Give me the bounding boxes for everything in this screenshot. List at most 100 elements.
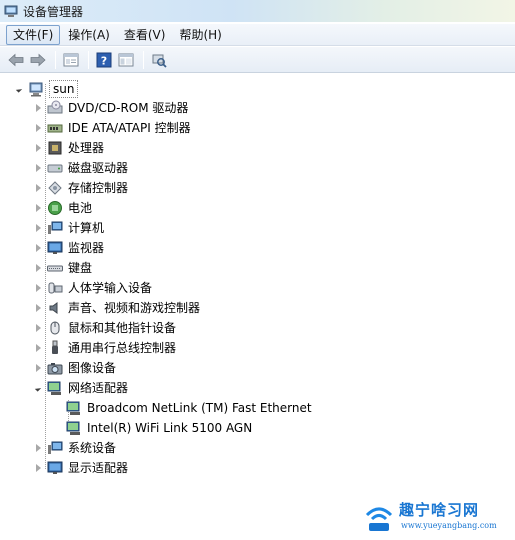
wifi-logo-icon	[365, 507, 393, 531]
expander-closed-icon[interactable]	[33, 323, 43, 333]
device-manager-icon	[4, 4, 18, 18]
watermark-url: www.yueyangbang.com	[401, 521, 497, 530]
tree-root-label: sun	[49, 80, 79, 98]
storage-controller-icon	[47, 180, 63, 196]
watermark-text: 趣宁啥习网	[399, 501, 480, 519]
monitor-icon	[47, 240, 63, 256]
tree-category[interactable]: IDE ATA/ATAPI 控制器	[33, 118, 191, 138]
tree-category-label: 监视器	[68, 241, 105, 255]
processor-icon	[47, 140, 63, 156]
hid-icon	[47, 280, 63, 296]
tree-category-label: 声音、视频和游戏控制器	[68, 301, 201, 315]
expander-closed-icon[interactable]	[33, 123, 43, 133]
expander-closed-icon[interactable]	[33, 283, 43, 293]
expander-closed-icon[interactable]	[33, 223, 43, 233]
forward-arrow-icon[interactable]	[28, 50, 48, 70]
help-icon[interactable]: ?	[94, 50, 114, 70]
disk-drive-icon	[47, 160, 63, 176]
toolbar-separator	[55, 50, 56, 69]
tree-category-label: 处理器	[68, 141, 105, 155]
tree-category[interactable]: 人体学输入设备	[33, 278, 152, 298]
speaker-icon	[47, 300, 63, 316]
tree-category-label: 键盘	[68, 261, 93, 275]
tree-category-label: 系统设备	[68, 441, 117, 455]
tree-category-label: 存储控制器	[68, 181, 129, 195]
tree-category-label: 图像设备	[68, 361, 117, 375]
device-tree: sun DVD/CD-ROM 驱动器 IDE ATA/ATAPI 控制器 处理器…	[0, 74, 515, 540]
tree-category[interactable]: 键盘	[33, 258, 92, 278]
tree-category[interactable]: 处理器	[33, 138, 104, 158]
tree-category[interactable]: 计算机	[33, 218, 104, 238]
expander-closed-icon[interactable]	[33, 363, 43, 373]
tree-category-label: 人体学输入设备	[68, 281, 153, 295]
battery-icon	[47, 200, 63, 216]
tree-category[interactable]: 声音、视频和游戏控制器	[33, 298, 200, 318]
tree-category-label: 计算机	[68, 221, 105, 235]
network-card-icon	[66, 420, 82, 436]
tree-device[interactable]: Broadcom NetLink (TM) Fast Ethernet	[66, 398, 312, 418]
console-tree-icon[interactable]	[116, 50, 136, 70]
tree-device[interactable]: Intel(R) WiFi Link 5100 AGN	[66, 418, 252, 438]
menu-file[interactable]: 文件(F)	[6, 24, 61, 45]
tree-category-label: 磁盘驱动器	[68, 161, 129, 175]
tree-category-label: 鼠标和其他指针设备	[68, 321, 177, 335]
toolbar: ?	[0, 47, 515, 73]
expander-closed-icon[interactable]	[33, 463, 43, 473]
title-bar: 设备管理器	[0, 0, 515, 22]
computer-icon	[47, 220, 63, 236]
back-arrow-icon[interactable]	[6, 50, 26, 70]
window-title: 设备管理器	[23, 4, 84, 19]
menu-action[interactable]: 操作(A)	[62, 25, 116, 45]
tree-category[interactable]: 电池	[33, 198, 92, 218]
tree-category[interactable]: 显示适配器	[33, 458, 128, 478]
usb-icon	[47, 340, 63, 356]
tree-category[interactable]: 存储控制器	[33, 178, 128, 198]
menu-bar: 文件(F) 操作(A) 查看(V) 帮助(H)	[0, 24, 515, 46]
tree-category-label: DVD/CD-ROM 驱动器	[68, 101, 189, 115]
menu-help[interactable]: 帮助(H)	[173, 25, 227, 45]
menu-view[interactable]: 查看(V)	[118, 25, 172, 45]
display-adapter-icon	[47, 460, 63, 476]
tree-category[interactable]: 磁盘驱动器	[33, 158, 128, 178]
tree-category-label: 显示适配器	[68, 461, 129, 475]
tree-category-label: IDE ATA/ATAPI 控制器	[68, 121, 191, 135]
tree-category-label: 电池	[68, 201, 93, 215]
expander-closed-icon[interactable]	[33, 243, 43, 253]
expander-open-icon[interactable]	[14, 84, 24, 94]
keyboard-icon	[47, 260, 63, 276]
watermark-logo: 趣宁啥习网 www.yueyangbang.com	[361, 497, 511, 537]
svg-text:?: ?	[101, 54, 107, 67]
expander-closed-icon[interactable]	[33, 103, 43, 113]
expander-closed-icon[interactable]	[33, 443, 43, 453]
expander-open-icon[interactable]	[33, 383, 43, 393]
tree-category[interactable]: 系统设备	[33, 438, 116, 458]
imaging-device-icon	[47, 360, 63, 376]
toolbar-separator	[88, 50, 89, 69]
tree-category[interactable]: 鼠标和其他指针设备	[33, 318, 176, 338]
network-card-icon	[66, 400, 82, 416]
tree-category-label: 通用串行总线控制器	[68, 341, 177, 355]
tree-device-label: Intel(R) WiFi Link 5100 AGN	[87, 421, 253, 435]
scan-hardware-icon[interactable]	[149, 50, 169, 70]
ide-controller-icon	[47, 120, 63, 136]
system-devices-icon	[47, 440, 63, 456]
expander-closed-icon[interactable]	[33, 143, 43, 153]
mouse-icon	[47, 320, 63, 336]
expander-closed-icon[interactable]	[33, 343, 43, 353]
dvd-drive-icon	[47, 100, 63, 116]
expander-closed-icon[interactable]	[33, 303, 43, 313]
tree-category[interactable]: 监视器	[33, 238, 104, 258]
expander-closed-icon[interactable]	[33, 183, 43, 193]
tree-category-expanded[interactable]: 网络适配器	[33, 378, 128, 398]
tree-device-label: Broadcom NetLink (TM) Fast Ethernet	[87, 401, 312, 415]
toolbar-separator	[143, 50, 144, 69]
network-adapter-icon	[47, 380, 63, 396]
properties-icon[interactable]	[61, 50, 81, 70]
tree-category[interactable]: 图像设备	[33, 358, 116, 378]
tree-category[interactable]: 通用串行总线控制器	[33, 338, 176, 358]
tree-root[interactable]: sun	[14, 79, 79, 99]
expander-closed-icon[interactable]	[33, 263, 43, 273]
tree-category[interactable]: DVD/CD-ROM 驱动器	[33, 98, 188, 118]
expander-closed-icon[interactable]	[33, 163, 43, 173]
expander-closed-icon[interactable]	[33, 203, 43, 213]
